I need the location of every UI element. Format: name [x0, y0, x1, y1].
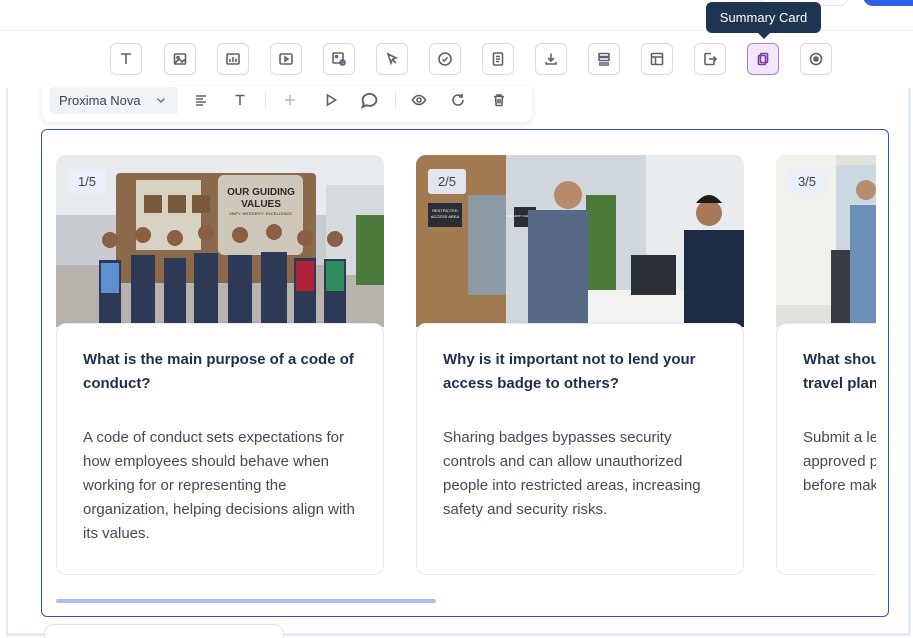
editor-page: Summary Card Proxima Nova OUR GUIDING VA…: [0, 0, 913, 638]
card-image-office: 3/5: [776, 155, 876, 327]
refresh-button[interactable]: [447, 89, 469, 111]
card-image-security-desk: RESTRICTED ACCESS AREA SECURITY CHECKPOI…: [416, 155, 744, 327]
document-button[interactable]: [482, 43, 514, 75]
image-hotspot-button[interactable]: [323, 43, 355, 75]
tooltip-label: Summary Card: [719, 10, 808, 25]
block-toolbar: [0, 31, 913, 87]
sign-text: ACCESS AREA: [431, 214, 460, 219]
plus-icon: [285, 95, 295, 105]
sign-text: RESTRICTED: [432, 208, 458, 213]
text-icon: [121, 53, 131, 64]
text-icon: [235, 94, 245, 105]
summary-card[interactable]: OUR GUIDING VALUES UNITY. INTEGRITY. EXC…: [56, 155, 384, 575]
format-toolbar: Proxima Nova: [42, 86, 532, 122]
font-family-value: Proxima Nova: [59, 93, 141, 108]
video-icon: [279, 53, 293, 65]
add-button[interactable]: [279, 89, 301, 111]
sign-subtitle: UNITY. INTEGRITY. EXCELLENCE.: [229, 211, 293, 216]
card-answer[interactable]: Submit a leave request through the appro…: [803, 426, 876, 498]
pointer-icon: [386, 52, 399, 66]
sign-title: OUR GUIDING: [227, 187, 295, 198]
canvas-edge: [908, 88, 911, 633]
export-button[interactable]: [694, 43, 726, 75]
canvas-edge: [6, 88, 8, 633]
chevron-down-icon: [157, 98, 165, 103]
video-block-button[interactable]: [270, 43, 302, 75]
summary-card-tooltip: Summary Card: [706, 2, 821, 39]
card-question[interactable]: What is the main purpose of a code of co…: [83, 348, 357, 396]
chart-block-button[interactable]: [217, 43, 249, 75]
card-question[interactable]: What should you do when confirming trave…: [803, 348, 876, 396]
divider: [395, 91, 396, 109]
summary-card-carousel[interactable]: OUR GUIDING VALUES UNITY. INTEGRITY. EXC…: [41, 129, 889, 617]
card-answer[interactable]: A code of conduct sets expectations for …: [83, 426, 357, 546]
carousel-scrollbar[interactable]: [56, 599, 436, 603]
stack-icon: [598, 52, 610, 66]
delete-button[interactable]: [488, 89, 510, 111]
text-block-button[interactable]: [110, 43, 142, 75]
align-button[interactable]: [190, 89, 212, 111]
layout-button[interactable]: [641, 43, 673, 75]
divider: [265, 91, 266, 109]
card-image-team: OUR GUIDING VALUES UNITY. INTEGRITY. EXC…: [56, 155, 384, 327]
sign-title: VALUES: [241, 199, 281, 210]
trash-icon: [494, 94, 504, 107]
carousel-track: OUR GUIDING VALUES UNITY. INTEGRITY. EXC…: [56, 155, 876, 605]
card-index-badge: 3/5: [788, 169, 826, 194]
layout-icon: [650, 52, 664, 66]
card-body: What is the main purpose of a code of co…: [56, 323, 384, 575]
comment-button[interactable]: [358, 89, 380, 111]
document-icon: [492, 52, 504, 66]
comment-icon: [360, 92, 377, 109]
check-circle-icon: [438, 52, 452, 66]
stack-button[interactable]: [588, 43, 620, 75]
summary-card[interactable]: RESTRICTED ACCESS AREA SECURITY CHECKPOI…: [416, 155, 744, 575]
cards-icon: [757, 52, 769, 66]
image-block-button[interactable]: [164, 43, 196, 75]
card-body: Why is it important not to lend your acc…: [416, 323, 744, 575]
card-body: What should you do when confirming trave…: [776, 323, 876, 575]
play-icon: [326, 93, 338, 107]
font-family-select[interactable]: Proxima Nova: [50, 87, 178, 114]
summary-card[interactable]: 3/5 What should you do when confirming t…: [776, 155, 876, 575]
image-icon: [173, 53, 187, 65]
interaction-button[interactable]: [376, 43, 408, 75]
next-block-handle[interactable]: [44, 624, 284, 638]
check-button[interactable]: [429, 43, 461, 75]
refresh-icon: [452, 94, 464, 106]
export-icon: [704, 52, 718, 66]
preview-play-button[interactable]: [320, 89, 342, 111]
summary-card-button[interactable]: [747, 43, 779, 75]
text-style-button[interactable]: [229, 89, 251, 111]
align-left-icon: [196, 95, 206, 106]
record-button[interactable]: [800, 43, 832, 75]
card-question[interactable]: Why is it important not to lend your acc…: [443, 348, 717, 396]
eye-icon: [411, 94, 427, 106]
card-index-badge: 1/5: [68, 169, 106, 194]
chart-icon: [226, 53, 240, 65]
download-icon: [545, 53, 557, 65]
card-answer[interactable]: Sharing badges bypasses security control…: [443, 426, 717, 522]
image-plus-icon: [332, 52, 346, 66]
card-index-badge: 2/5: [428, 169, 466, 194]
download-button[interactable]: [535, 43, 567, 75]
header-primary-button[interactable]: [863, 0, 913, 6]
visibility-button[interactable]: [408, 89, 430, 111]
radio-icon: [809, 52, 823, 66]
